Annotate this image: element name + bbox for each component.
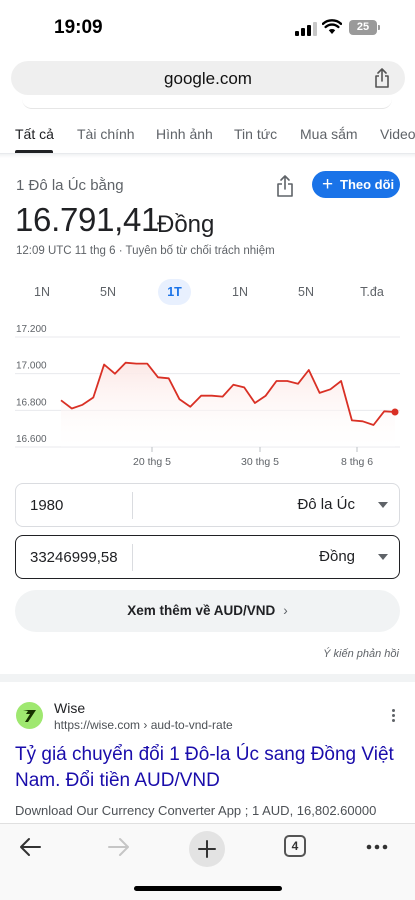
chart-last-point [391,408,399,416]
y-tick-label: 16.600 [16,434,47,445]
y-tick-label: 16.800 [16,397,47,408]
tab-all[interactable]: Tất cả [15,126,54,142]
y-tick-label: 17.200 [16,324,47,335]
search-tabs: Tất cả Tài chính Hình ảnh Tin tức Mua sắ… [0,118,415,154]
battery-tip [378,25,380,30]
field-divider [132,544,133,571]
range-button[interactable]: 5N [92,279,124,305]
address-bar[interactable]: google.com [11,61,405,95]
range-button[interactable]: 5N [290,279,322,305]
more-options-icon[interactable] [392,709,396,724]
back-arrow-icon[interactable] [18,836,42,858]
x-tick-label: 8 thg 6 [341,456,373,468]
feedback-link[interactable]: Ý kiến phản hồi [323,648,399,660]
range-button[interactable]: 1N [224,279,256,305]
more-menu-icon[interactable] [366,844,388,850]
range-button[interactable]: T.đa [354,279,390,305]
section-separator [0,674,415,682]
forward-arrow-icon[interactable] [107,836,131,858]
chevron-down-icon[interactable] [378,502,388,508]
result-title-link[interactable]: Tỷ giá chuyển đổi 1 Đô-la Úc sang Đồng V… [15,742,405,794]
wifi-icon [322,19,342,34]
follow-label: Theo dõi [340,177,395,192]
to-currency-field[interactable]: 33246999,58 Đồng [15,535,400,579]
chart-area-fill [61,362,395,447]
share-icon[interactable] [373,67,391,89]
cellular-signal-icon [295,22,317,36]
chevron-right-icon: › [283,603,288,618]
wise-logo-icon[interactable] [16,702,43,729]
result-site-name[interactable]: Wise [54,700,85,716]
range-button[interactable]: 1N [26,279,58,305]
tabs-shadow [0,154,415,158]
x-tick-label: 30 thg 5 [241,456,279,468]
url-text[interactable]: google.com [11,69,405,89]
search-box-edge [22,99,392,109]
tab-images[interactable]: Hình ảnh [156,126,213,142]
see-more-button[interactable]: Xem thêm về AUD/VND › [15,590,400,632]
tab-video[interactable]: Video [380,126,415,142]
tab-switcher-button[interactable]: 4 [284,835,306,857]
y-tick-label: 17.000 [16,361,47,372]
from-currency-field[interactable]: 1980 Đô la Úc [15,483,400,527]
currency-subtitle: 1 Đô la Úc bằng [16,177,124,194]
new-tab-button[interactable] [189,831,225,867]
field-divider [132,492,133,519]
from-unit-select[interactable]: Đô la Úc [297,496,355,513]
from-amount-input[interactable]: 1980 [30,497,63,514]
tab-finance[interactable]: Tài chính [77,126,135,142]
chevron-down-icon[interactable] [378,554,388,560]
to-amount-input[interactable]: 33246999,58 [30,549,118,566]
result-url[interactable]: https://wise.com › aud-to-vnd-rate [54,718,233,732]
clock: 19:09 [54,17,103,38]
home-indicator [134,886,282,891]
exchange-rate-value: 16.791,41 [15,201,160,238]
status-bar: 19:09 25 [0,0,415,56]
exchange-rate-unit: Đồng [157,211,215,238]
tab-shopping[interactable]: Mua sắm [300,126,358,142]
battery-icon: 25 [349,20,377,35]
x-tick-label: 20 thg 5 [133,456,171,468]
exchange-rate-chart[interactable]: 17.200 17.000 16.800 16.600 20 thg 5 30 thg 5… [0,320,415,470]
follow-button[interactable]: + Theo dõi [312,171,400,198]
rate-timestamp: 12:09 UTC 11 thg 6 · Tuyên bố từ chối tr… [16,245,275,257]
see-more-label: Xem thêm về AUD/VND [127,603,276,618]
share-icon[interactable] [275,174,295,198]
range-button-active[interactable]: 1T [158,279,191,305]
to-unit-select[interactable]: Đồng [319,548,355,565]
plus-icon [198,840,216,858]
result-snippet: Download Our Currency Converter App ; 1 … [15,803,377,818]
active-tab-indicator [15,150,53,153]
plus-icon: + [322,174,334,195]
tab-news[interactable]: Tin tức [234,126,277,142]
